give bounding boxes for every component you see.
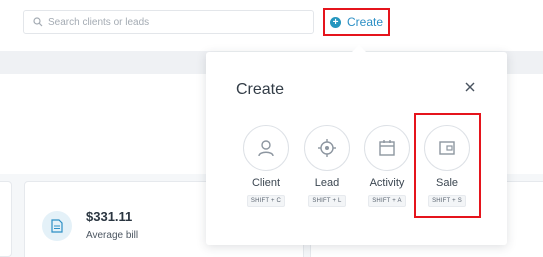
create-button-label: Create (346, 15, 384, 29)
create-lead-option[interactable]: Lead SHIFT + L (301, 125, 353, 207)
shortcut-badge: SHIFT + C (246, 195, 286, 207)
plus-icon: + (329, 16, 341, 28)
create-lead-button[interactable] (304, 125, 350, 171)
search-icon (33, 17, 43, 27)
shortcut-badge: SHIFT + A (368, 195, 406, 207)
search-box[interactable] (23, 10, 314, 34)
average-bill-label: Average bill (86, 230, 139, 241)
create-client-button[interactable] (243, 125, 289, 171)
popover-title: Create (236, 81, 285, 98)
summary-card (0, 181, 12, 257)
create-activity-button[interactable] (364, 125, 410, 171)
target-icon (318, 139, 336, 157)
average-bill-value: $331.11 (86, 209, 133, 224)
document-icon (42, 211, 72, 241)
person-icon (258, 140, 274, 157)
option-label: Activity (369, 177, 405, 189)
app-page: + Create $331.11 Average bill Create (0, 0, 543, 257)
create-button[interactable]: + Create (323, 8, 390, 36)
sale-highlight-box (414, 113, 481, 218)
option-label: Client (251, 177, 281, 189)
search-input[interactable] (48, 16, 298, 28)
close-icon[interactable] (463, 80, 477, 94)
create-popover: Create Client SHIFT + C Lead SHIFT + L A… (206, 45, 507, 245)
create-client-option[interactable]: Client SHIFT + C (240, 125, 292, 207)
popover-arrow (352, 45, 366, 52)
create-activity-option[interactable]: Activity SHIFT + A (361, 125, 413, 207)
option-label: Lead (314, 177, 340, 189)
calendar-icon (379, 140, 395, 156)
shortcut-badge: SHIFT + L (308, 195, 346, 207)
